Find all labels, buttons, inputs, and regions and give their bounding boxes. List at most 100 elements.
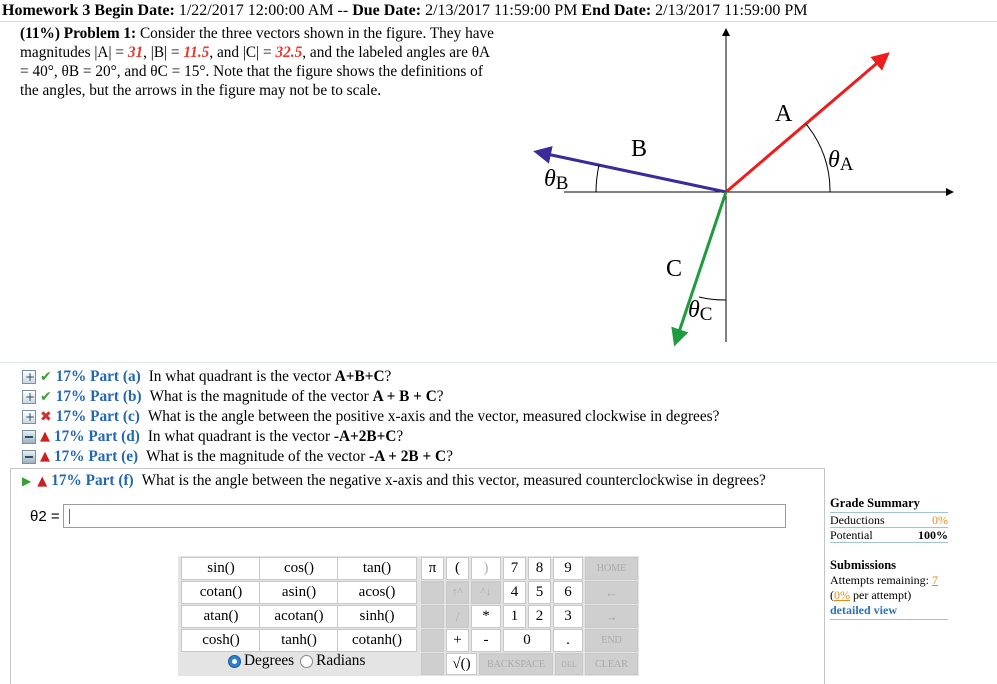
grade-summary: Grade Summary Deductions 0% Potential 100%: [830, 496, 948, 543]
attempts-label: Attempts remaining:: [830, 573, 929, 587]
theta-b: θB: [544, 166, 568, 194]
part-label[interactable]: 17% Part (b): [56, 387, 142, 407]
part-label[interactable]: 17% Part (a): [56, 367, 141, 387]
delete-button[interactable]: DEL: [555, 653, 583, 675]
submissions-title: Submissions: [830, 558, 897, 572]
digit-3-button[interactable]: 3: [553, 605, 583, 628]
text-caret: [69, 509, 70, 524]
part-c[interactable]: ✖ 17% Part (c) What is the angle between…: [22, 407, 719, 427]
attempts-value: 7: [931, 573, 938, 587]
part-question: In what quadrant is the vector A+B+C?: [148, 368, 392, 385]
plus-button[interactable]: +: [446, 629, 469, 652]
part-label: 17% Part (f): [51, 472, 134, 489]
problem-title: (11%) Problem 1:: [20, 25, 137, 42]
problem-text: , and |C| =: [209, 44, 272, 61]
label-b: B: [631, 136, 647, 162]
problem-text: , |B| =: [143, 44, 180, 61]
expand-icon[interactable]: [22, 407, 36, 427]
down-button[interactable]: ^↓: [471, 581, 501, 604]
right-arrow-button[interactable]: →: [585, 605, 638, 628]
digit-0-button[interactable]: 0: [503, 629, 551, 652]
radians-label[interactable]: Radians: [316, 652, 365, 670]
cos-button[interactable]: cos(): [259, 557, 339, 580]
part-b[interactable]: ✔ 17% Part (b) What is the magnitude of …: [22, 387, 719, 407]
digit-2-button[interactable]: 2: [528, 605, 551, 628]
part-label[interactable]: 17% Part (e): [54, 447, 138, 467]
acotan-button[interactable]: acotan(): [259, 605, 339, 628]
home-button[interactable]: HOME: [585, 557, 638, 580]
minus-button[interactable]: -: [471, 629, 501, 652]
digit-4-button[interactable]: 4: [503, 581, 526, 604]
due-date: 2/13/2017 11:59:00 PM: [425, 2, 578, 19]
close-paren-button[interactable]: ): [471, 557, 501, 580]
expand-icon[interactable]: [22, 367, 36, 387]
sin-button[interactable]: sin(): [181, 557, 261, 580]
digit-9-button[interactable]: 9: [553, 557, 583, 580]
tan-button[interactable]: tan(): [337, 557, 417, 580]
end-label: End Date:: [581, 2, 652, 19]
potential-value: 100%: [918, 528, 948, 542]
angle-mode: Degrees Radians: [228, 652, 365, 670]
pi-button[interactable]: π: [421, 557, 444, 580]
up-button[interactable]: ↑^: [446, 581, 469, 604]
digit-1-button[interactable]: 1: [503, 605, 526, 628]
magnitude-a: 31: [127, 44, 144, 61]
open-paren-button[interactable]: (: [446, 557, 469, 580]
vector-figure: A B C θA θB θC: [533, 28, 954, 347]
digit-5-button[interactable]: 5: [528, 581, 551, 604]
sqrt-button[interactable]: √(): [446, 653, 477, 675]
deductions-label: Deductions: [830, 513, 885, 527]
homework-header: Homework 3 Begin Date: 1/22/2017 12:00:0…: [0, 0, 997, 22]
decimal-button[interactable]: .: [553, 629, 583, 652]
clear-button[interactable]: CLEAR: [585, 653, 638, 675]
begin-date: 1/22/2017 12:00:00 AM: [178, 2, 334, 19]
blank-key: [421, 629, 444, 652]
asin-button[interactable]: asin(): [259, 581, 339, 604]
tanh-button[interactable]: tanh(): [259, 629, 339, 652]
part-label[interactable]: 17% Part (d): [54, 427, 140, 447]
section-divider: [0, 362, 997, 363]
digit-7-button[interactable]: 7: [503, 557, 526, 580]
cotanh-button[interactable]: cotanh(): [337, 629, 417, 652]
angle-arc-c: [698, 296, 727, 301]
part-label[interactable]: 17% Part (c): [56, 407, 140, 427]
due-label: Due Date:: [352, 2, 422, 19]
degrees-label[interactable]: Degrees: [244, 652, 294, 670]
digit-6-button[interactable]: 6: [553, 581, 583, 604]
play-icon: ▶: [22, 474, 32, 488]
vector-a: [725, 52, 890, 194]
end-button[interactable]: END: [585, 629, 638, 652]
warning-icon: ▲: [40, 449, 50, 464]
part-a[interactable]: ✔ 17% Part (a) In what quadrant is the v…: [22, 367, 719, 387]
end-date: 2/13/2017 11:59:00 PM: [655, 2, 808, 19]
detailed-view-link[interactable]: detailed view: [830, 603, 897, 617]
left-arrow-button[interactable]: ←: [585, 581, 638, 604]
backspace-button[interactable]: BACKSPACE: [479, 653, 553, 675]
multiply-button[interactable]: *: [471, 605, 501, 628]
collapse-icon[interactable]: [22, 450, 36, 464]
atan-button[interactable]: atan(): [181, 605, 261, 628]
blank-key: [421, 605, 444, 628]
angle-arc-a: [805, 123, 831, 193]
cosh-button[interactable]: cosh(): [181, 629, 261, 652]
divide-button[interactable]: /: [446, 605, 469, 628]
collapse-icon[interactable]: [22, 430, 36, 444]
part-question: What is the magnitude of the vector A + …: [149, 388, 444, 405]
parts-list: ✔ 17% Part (a) In what quadrant is the v…: [22, 367, 719, 467]
sinh-button[interactable]: sinh(): [337, 605, 417, 628]
check-icon: ✔: [40, 369, 52, 385]
answer-input[interactable]: [63, 504, 786, 528]
digit-8-button[interactable]: 8: [528, 557, 551, 580]
part-e[interactable]: ▲ 17% Part (e) What is the magnitude of …: [22, 447, 719, 467]
radians-radio[interactable]: [300, 654, 314, 668]
begin-label: Homework 3 Begin Date:: [2, 2, 175, 19]
label-a: A: [775, 101, 793, 127]
expand-icon[interactable]: [22, 387, 36, 407]
current-part-header: ▶ ▲ 17% Part (f) What is the angle betwe…: [22, 472, 766, 490]
cotan-button[interactable]: cotan(): [181, 581, 261, 604]
part-question: What is the angle between the negative x…: [141, 472, 766, 489]
acos-button[interactable]: acos(): [337, 581, 417, 604]
header-separator: --: [337, 2, 349, 19]
degrees-radio[interactable]: [228, 654, 241, 668]
part-d[interactable]: ▲ 17% Part (d) In what quadrant is the v…: [22, 427, 719, 447]
